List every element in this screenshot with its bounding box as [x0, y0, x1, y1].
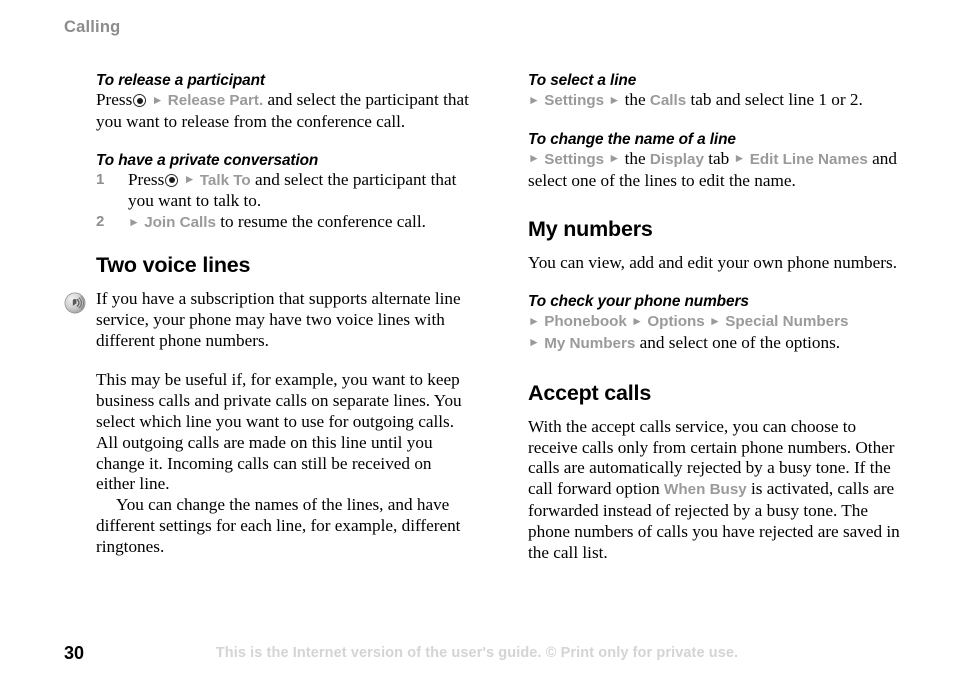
- connector-text: the: [620, 90, 650, 109]
- procedure-steps-private-conversation: 1 Press ► Talk To and select the partici…: [96, 170, 474, 234]
- step-arrow-icon: ►: [528, 335, 540, 350]
- task-title-release-participant: To release a participant: [96, 72, 265, 89]
- right-column: To select a line ► Settings ► the Calls …: [528, 72, 906, 563]
- task-body-check-phone-numbers: ► Phonebook ► Options ► Special Numbers ►…: [528, 311, 906, 355]
- footer-copyright-note: This is the Internet version of the user…: [215, 645, 739, 661]
- step-text: ► Join Calls to resume the conference ca…: [128, 212, 474, 234]
- step-arrow-icon: ►: [608, 151, 621, 166]
- ui-label-when-busy: When Busy: [664, 481, 747, 499]
- task-title-check-phone-numbers: To check your phone numbers: [528, 293, 749, 311]
- section-title-accept-calls: Accept calls: [528, 380, 652, 405]
- task-body-select-line-rest: tab and select line 1 or 2.: [686, 90, 863, 109]
- ui-label-release-part: Release Part.: [167, 92, 264, 109]
- connector-text: tab: [703, 148, 734, 168]
- step-arrow-icon: ►: [128, 214, 140, 229]
- note-text: If you have a subscription that supports…: [96, 288, 461, 350]
- ui-label-settings: Settings: [544, 92, 605, 109]
- step-arrow-icon: ►: [151, 92, 164, 107]
- step-arrow-icon: ►: [183, 172, 196, 187]
- step-arrow-icon: ►: [528, 313, 540, 328]
- step-number: 2: [96, 213, 105, 231]
- task-body-select-a-line: ► Settings ► the Calls tab and select li…: [528, 90, 906, 112]
- section-title-my-numbers: My numbers: [528, 217, 653, 242]
- ui-label-settings: Settings: [544, 150, 605, 168]
- tip-broadcast-icon: [64, 292, 86, 314]
- ui-label-edit-line-names: Edit Line Names: [749, 150, 868, 168]
- navigation-key-icon: [165, 173, 179, 187]
- procedure-step: 2 ► Join Calls to resume the conference …: [96, 212, 474, 234]
- step-arrow-icon: ►: [608, 92, 621, 107]
- ui-label-calls-tab: Calls: [649, 92, 687, 109]
- task-body-change-line-name: ► Settings ► the Display tab ► Edit Line…: [528, 149, 906, 192]
- step-arrow-icon: ►: [631, 313, 644, 328]
- paragraph-two-voice-lines-2: You can change the names of the lines, a…: [96, 495, 461, 556]
- section-title-two-voice-lines: Two voice lines: [96, 252, 251, 277]
- step-arrow-icon: ►: [709, 313, 721, 328]
- step-arrow-icon: ►: [528, 92, 540, 107]
- navigation-key-icon: [133, 94, 147, 107]
- ui-label-special-numbers: Special Numbers: [725, 313, 849, 331]
- running-head-calling: Calling: [64, 18, 121, 36]
- ui-label-join-calls: Join Calls: [144, 214, 216, 232]
- step-text: Press ► Talk To and select the participa…: [128, 170, 474, 213]
- step-text-rest: to resume the conference call.: [215, 212, 426, 232]
- ui-label-phonebook: Phonebook: [544, 313, 627, 331]
- note-block-two-voice-lines: If you have a subscription that supports…: [64, 288, 474, 351]
- task-title-private-conversation: To have a private conversation: [96, 151, 319, 169]
- ui-label-my-numbers: My Numbers: [544, 334, 636, 352]
- step-body: Press ► Talk To and select the participa…: [128, 170, 474, 213]
- task-title-select-a-line: To select a line: [528, 72, 637, 89]
- ui-label-options: Options: [647, 313, 705, 331]
- task-title-change-line-name: To change the name of a line: [528, 130, 736, 148]
- task-body-release-participant: Press ► Release Part. and select the par…: [96, 90, 474, 133]
- task-body-check-rest: and select one of the options.: [635, 332, 841, 352]
- procedure-step: 1 Press ► Talk To and select the partici…: [96, 170, 474, 213]
- paragraph-my-numbers: You can view, add and edit your own phon…: [528, 253, 897, 273]
- step-arrow-icon: ►: [733, 151, 746, 166]
- step-text-rest: and select the participant that you want…: [128, 169, 457, 211]
- paragraph-two-voice-lines-1: This may be useful if, for example, you …: [96, 370, 462, 494]
- step-arrow-icon: ►: [528, 151, 540, 166]
- paragraph-accept-calls: With the accept calls service, you can c…: [528, 417, 906, 564]
- step-body: ► Join Calls to resume the conference ca…: [128, 212, 474, 234]
- connector-text: the: [620, 148, 650, 168]
- ui-label-talk-to: Talk To: [199, 171, 251, 189]
- ui-label-display-tab: Display: [649, 150, 704, 168]
- left-column: To release a participant Press ► Release…: [64, 72, 474, 558]
- press-word: Press: [128, 169, 165, 189]
- step-number: 1: [96, 170, 105, 188]
- press-word: Press: [96, 90, 133, 109]
